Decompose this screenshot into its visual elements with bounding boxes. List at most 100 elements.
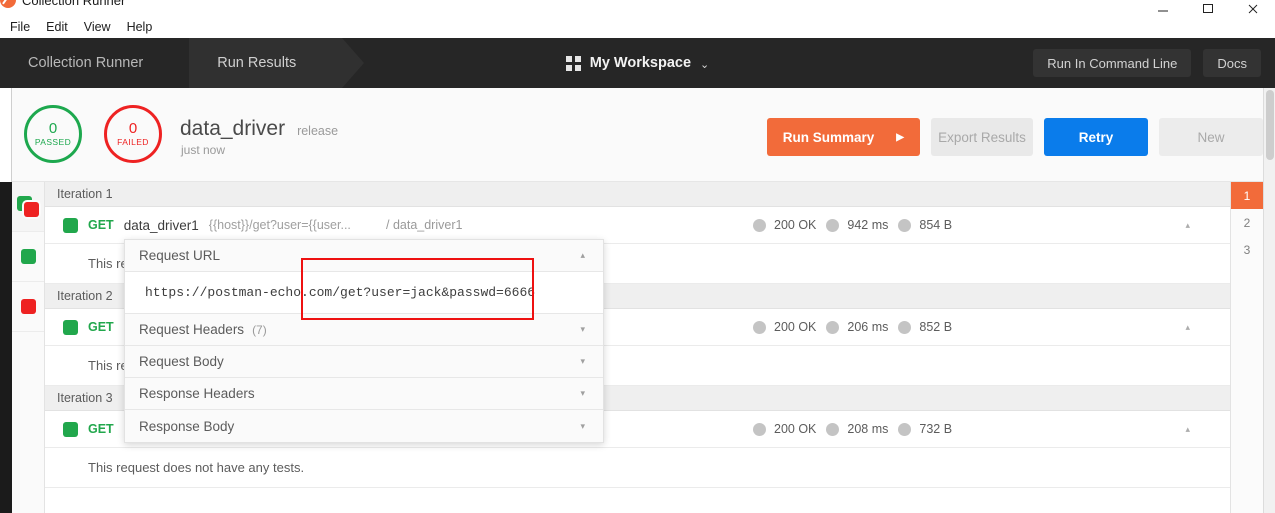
- panel-row-response-headers[interactable]: Response Headers ▾: [125, 378, 603, 410]
- tab-notch-icon: [342, 38, 366, 88]
- green-square-icon: [20, 249, 36, 264]
- panel-row-label: Request Body: [139, 354, 224, 369]
- status-chip: 200 OK: [753, 218, 816, 232]
- tab-collection-runner[interactable]: Collection Runner: [0, 38, 212, 88]
- collection-runner-window: Collection Runner File Edit View Help Co…: [0, 0, 1275, 513]
- panel-row-label: Request URL: [139, 248, 221, 263]
- workspace-name: My Workspace: [589, 55, 692, 71]
- menu-help[interactable]: Help: [127, 20, 153, 34]
- response-status: 200 OK: [774, 320, 817, 334]
- time-chip: 208 ms: [826, 422, 888, 436]
- size-dot-icon: [898, 218, 912, 232]
- filter-all-button[interactable]: [12, 182, 44, 232]
- passed-counter: 0 PASSED: [24, 105, 82, 163]
- request-path: / data_driver1: [386, 218, 463, 232]
- scrollbar-thumb[interactable]: [1266, 90, 1274, 160]
- response-status: 200 OK: [774, 422, 817, 436]
- panel-row-request-headers[interactable]: Request Headers (7) ▾: [125, 314, 603, 346]
- response-time: 206 ms: [847, 320, 889, 334]
- time-chip: 206 ms: [826, 320, 888, 334]
- panel-row-request-body[interactable]: Request Body ▾: [125, 346, 603, 378]
- tab-run-results[interactable]: Run Results: [189, 38, 365, 88]
- request-url-preview: {{host}}/get?user={{user...: [208, 218, 351, 232]
- tab-run-results-label: Run Results: [217, 55, 297, 71]
- response-time: 942 ms: [847, 218, 889, 232]
- minimize-icon[interactable]: [1140, 0, 1185, 14]
- filter-failed-button[interactable]: [12, 282, 44, 332]
- menu-edit[interactable]: Edit: [46, 20, 68, 34]
- panel-row-response-body[interactable]: Response Body ▾: [125, 410, 603, 442]
- response-time: 208 ms: [847, 422, 889, 436]
- time-dot-icon: [826, 218, 840, 232]
- left-edge-strip: [0, 182, 12, 513]
- panel-row-label: Request Headers: [139, 322, 245, 337]
- response-size: 852 B: [919, 320, 953, 334]
- iteration-pager: 1 2 3: [1230, 182, 1263, 513]
- tab-collection-runner-label: Collection Runner: [28, 55, 144, 71]
- iteration-header: Iteration 1: [45, 182, 1230, 207]
- export-results-button[interactable]: Export Results: [931, 118, 1033, 156]
- menu-file[interactable]: File: [10, 20, 30, 34]
- docs-button[interactable]: Docs: [1203, 49, 1261, 77]
- titlebar-identity: Collection Runner: [0, 0, 125, 8]
- failed-count: 0: [128, 119, 138, 137]
- filter-passed-button[interactable]: [12, 232, 44, 282]
- run-summary-label: Run Summary: [782, 129, 875, 145]
- request-metrics: 200 OK 208 ms 732 B: [753, 422, 952, 436]
- status-dot-icon: [753, 320, 766, 334]
- retry-button[interactable]: Retry: [1044, 118, 1148, 156]
- response-status: 200 OK: [774, 218, 817, 232]
- response-size: 854 B: [919, 218, 953, 232]
- environment-name: release: [297, 124, 339, 138]
- request-method: GET: [88, 422, 114, 436]
- status-chip: 200 OK: [753, 320, 816, 334]
- request-metrics: 200 OK 206 ms 852 B: [753, 320, 952, 334]
- chevron-up-icon[interactable]: ▴: [1185, 220, 1190, 231]
- chevron-up-icon[interactable]: ▴: [1185, 322, 1190, 333]
- status-dot-icon: [753, 422, 766, 436]
- play-caret-icon: ▶: [896, 131, 904, 143]
- chevron-down-icon: ▾: [580, 324, 585, 334]
- request-identity: GET data_driver1 {{host}}/get?user={{use…: [45, 217, 351, 233]
- new-button[interactable]: New: [1159, 118, 1263, 156]
- chevron-down-icon: ⌄: [700, 58, 710, 71]
- status-chip: 200 OK: [753, 422, 816, 436]
- run-summary-button[interactable]: Run Summary ▶: [766, 118, 920, 156]
- close-icon[interactable]: [1230, 0, 1275, 14]
- pager-page-2[interactable]: 2: [1231, 209, 1263, 236]
- pager-page-1[interactable]: 1: [1231, 182, 1263, 209]
- failed-label: FAILED: [117, 137, 149, 148]
- collection-name: data_driver: [180, 117, 286, 140]
- menu-view[interactable]: View: [84, 20, 111, 34]
- workspace-selector[interactable]: My Workspace ⌄: [565, 55, 710, 71]
- vertical-scrollbar[interactable]: [1263, 88, 1275, 513]
- time-dot-icon: [826, 320, 840, 334]
- summary-actions: Run Summary ▶ Export Results Retry New: [766, 118, 1263, 156]
- run-title: data_driver release: [180, 117, 338, 141]
- rail-empty-space: [12, 332, 44, 513]
- nav-actions: Run In Command Line Docs: [1033, 38, 1261, 88]
- nav-tabs: Collection Runner Run Results: [0, 38, 365, 88]
- run-in-command-line-button[interactable]: Run In Command Line: [1033, 49, 1192, 77]
- passed-count: 0: [48, 119, 58, 137]
- maximize-icon[interactable]: [1185, 0, 1230, 14]
- size-chip: 732 B: [898, 422, 952, 436]
- status-badge: [63, 217, 78, 233]
- red-square-icon: [20, 299, 36, 314]
- panel-row-label: Response Headers: [139, 386, 255, 401]
- request-name: data_driver1: [123, 217, 199, 233]
- time-dot-icon: [826, 422, 840, 436]
- chevron-up-icon[interactable]: ▴: [1185, 424, 1190, 435]
- pager-page-3[interactable]: 3: [1231, 236, 1263, 263]
- size-chip: 854 B: [898, 218, 952, 232]
- chevron-down-icon: ▾: [580, 356, 585, 366]
- panel-row-request-url[interactable]: Request URL ▴: [125, 240, 603, 272]
- postman-logo-icon: [0, 0, 16, 8]
- run-timestamp: just now: [181, 143, 226, 157]
- size-chip: 852 B: [898, 320, 952, 334]
- panel-row-label: Response Body: [139, 418, 235, 434]
- failed-counter: 0 FAILED: [104, 105, 162, 163]
- top-navbar: Collection Runner Run Results My Workspa…: [0, 38, 1275, 88]
- status-badge: [63, 421, 78, 437]
- window-titlebar: Collection Runner: [0, 0, 1275, 16]
